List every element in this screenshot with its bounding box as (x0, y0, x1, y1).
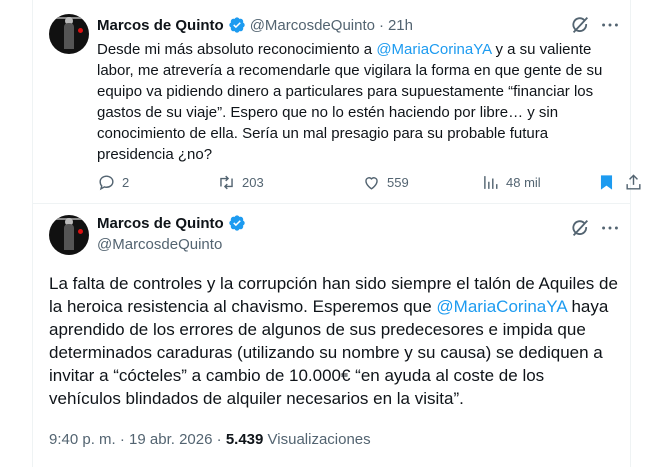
reply-count: 2 (122, 174, 130, 190)
verified-badge-icon (229, 17, 245, 33)
mention-link[interactable]: @MariaCorinaYA (376, 41, 491, 58)
like-count: 559 (387, 174, 409, 190)
more-icon[interactable] (599, 14, 621, 36)
timeline-column: Marcos de Quinto @MarcosdeQuinto · 21h D… (32, 0, 641, 467)
views-button[interactable]: 48 mil (481, 170, 541, 194)
separator: · (119, 431, 125, 448)
author-name[interactable]: Marcos de Quinto (97, 215, 224, 232)
bookmark-button[interactable] (597, 170, 616, 194)
grok-icon[interactable] (569, 14, 591, 36)
more-icon[interactable] (599, 217, 621, 239)
tweet-date[interactable]: 19 abr. 2026 (129, 431, 212, 448)
views-label: Visualizaciones (267, 431, 371, 448)
views-count: 5.439 (225, 431, 264, 448)
tweet-time[interactable]: 21h (388, 17, 413, 34)
views-count: 48 mil (506, 174, 541, 190)
avatar[interactable] (49, 14, 89, 54)
tweet-header: Marcos de Quinto @MarcosdeQuinto · 21h (97, 14, 413, 36)
tweet-metadata: 9:40 p. m. · 19 abr. 2026 · 5.439 Visual… (49, 431, 371, 448)
action-bar: 2 203 559 48 mil (97, 170, 641, 194)
reply-button[interactable]: 2 (97, 170, 129, 194)
views-icon (484, 175, 498, 189)
avatar[interactable] (49, 215, 89, 255)
share-button[interactable] (624, 170, 643, 194)
tweet-focused: Marcos de Quinto @MarcosdeQuinto La falt… (33, 205, 630, 467)
tweet-time[interactable]: 9:40 p. m. (49, 431, 116, 448)
author-handle[interactable]: @MarcosdeQuinto (97, 236, 222, 253)
tweet-text: La falta de controles y la corrupción ha… (49, 272, 619, 410)
tweet-text-part: Desde mi más absoluto reconocimiento a (97, 41, 377, 58)
author-handle[interactable]: @MarcosdeQuinto (250, 17, 375, 34)
author-name[interactable]: Marcos de Quinto (97, 17, 224, 34)
repost-icon (220, 175, 233, 189)
verified-badge-icon (229, 215, 245, 231)
separator: · (378, 16, 384, 34)
repost-count: 203 (242, 174, 264, 190)
repost-button[interactable]: 203 (217, 170, 264, 194)
grok-icon[interactable] (569, 217, 591, 239)
like-button[interactable]: 559 (362, 170, 409, 194)
tweet-parent[interactable]: Marcos de Quinto @MarcosdeQuinto · 21h D… (33, 0, 641, 204)
reply-icon (99, 174, 114, 190)
tweet-text-part: y a su valiente labor, me atrevería a re… (97, 41, 603, 163)
tweet-text: Desde mi más absoluto reconocimiento a @… (97, 39, 617, 165)
mention-link[interactable]: @MariaCorinaYA (436, 297, 566, 316)
like-icon (365, 176, 378, 190)
share-icon (626, 173, 641, 190)
bookmark-icon (600, 174, 613, 190)
tweet-header: Marcos de Quinto (97, 214, 246, 232)
separator: · (216, 431, 222, 448)
